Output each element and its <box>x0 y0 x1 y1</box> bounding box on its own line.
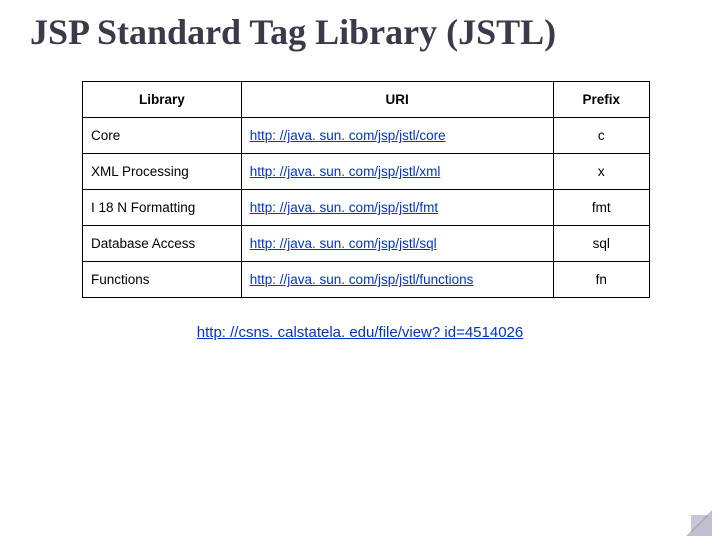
cell-prefix: sql <box>553 226 649 262</box>
footer-link[interactable]: http: //csns. calstatela. edu/file/view?… <box>197 324 523 341</box>
cell-prefix: fn <box>553 262 649 298</box>
uri-link[interactable]: http: //java. sun. com/jsp/jstl/fmt <box>250 200 438 215</box>
cell-prefix: x <box>553 154 649 190</box>
cell-uri: http: //java. sun. com/jsp/jstl/sql <box>241 226 553 262</box>
table-row: Functions http: //java. sun. com/jsp/jst… <box>83 262 650 298</box>
cell-library: Core <box>83 118 242 154</box>
cell-library: XML Processing <box>83 154 242 190</box>
table-row: Database Access http: //java. sun. com/j… <box>83 226 650 262</box>
table-header-row: Library URI Prefix <box>83 82 650 118</box>
page-curl-icon <box>686 510 712 536</box>
table-row: Core http: //java. sun. com/jsp/jstl/cor… <box>83 118 650 154</box>
uri-link[interactable]: http: //java. sun. com/jsp/jstl/function… <box>250 272 474 287</box>
uri-link[interactable]: http: //java. sun. com/jsp/jstl/sql <box>250 236 437 251</box>
table-row: I 18 N Formatting http: //java. sun. com… <box>83 190 650 226</box>
cell-library: Functions <box>83 262 242 298</box>
col-uri: URI <box>241 82 553 118</box>
cell-uri: http: //java. sun. com/jsp/jstl/xml <box>241 154 553 190</box>
cell-library: I 18 N Formatting <box>83 190 242 226</box>
table-row: XML Processing http: //java. sun. com/js… <box>83 154 650 190</box>
col-prefix: Prefix <box>553 82 649 118</box>
cell-prefix: c <box>553 118 649 154</box>
cell-library: Database Access <box>83 226 242 262</box>
cell-uri: http: //java. sun. com/jsp/jstl/core <box>241 118 553 154</box>
cell-uri: http: //java. sun. com/jsp/jstl/fmt <box>241 190 553 226</box>
col-library: Library <box>83 82 242 118</box>
uri-link[interactable]: http: //java. sun. com/jsp/jstl/xml <box>250 164 441 179</box>
cell-uri: http: //java. sun. com/jsp/jstl/function… <box>241 262 553 298</box>
cell-prefix: fmt <box>553 190 649 226</box>
jstl-table: Library URI Prefix Core http: //java. su… <box>82 81 650 298</box>
footer-link-wrap: http: //csns. calstatela. edu/file/view?… <box>0 324 720 341</box>
uri-link[interactable]: http: //java. sun. com/jsp/jstl/core <box>250 128 446 143</box>
page-title: JSP Standard Tag Library (JSTL) <box>0 0 720 53</box>
